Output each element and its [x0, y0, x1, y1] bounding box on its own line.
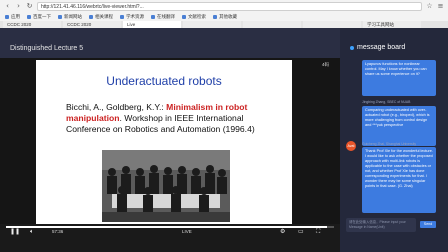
browser-tab[interactable]: CCDC 2020	[3, 21, 61, 28]
bookmark-icon	[151, 15, 155, 19]
browser-tab[interactable]: 学习工具网站	[363, 21, 421, 28]
bookmark-icon	[5, 15, 9, 19]
slide-reference: Bicchi, A., Goldberg, K.Y.: Minimalism i…	[66, 102, 286, 135]
lecture-title: Distinguished Lecture 5	[10, 45, 84, 52]
message-bubble: Thank Prof Xie for the wonderful lecture…	[362, 147, 436, 213]
message-board-header: message board	[350, 44, 405, 51]
slide-authors: Bicchi, A., Goldberg, K.Y.:	[66, 102, 167, 112]
bookmark[interactable]: 新闻网站	[58, 14, 82, 20]
bookmark[interactable]: 文献检索	[182, 14, 206, 20]
settings-icon[interactable]: ⚙	[280, 229, 285, 235]
message-input[interactable]: 请在此处输入信息，Please input your Message in Na…	[346, 218, 416, 232]
send-button[interactable]: Send	[420, 221, 436, 228]
browser-chrome: ‹ › ↻ http://121.41.46.116/webrtc/live-v…	[0, 0, 448, 28]
time-readout: 57:36	[52, 229, 64, 234]
address-bar[interactable]: http://121.41.46.116/webrtc/live-viewer.…	[37, 2, 422, 11]
bookmark-icon	[89, 15, 93, 19]
message-author: Jingbing Zhang, SBEC of NUAB	[362, 100, 411, 104]
bookmarks-bar: 应用 百度一下 新闻网站 相关课程 学术资源 在线翻译 文献检索 其他收藏	[0, 13, 448, 21]
bookmark-label: 其他收藏	[219, 14, 237, 19]
bookmark-icon	[27, 15, 31, 19]
bookmark-icon	[58, 15, 62, 19]
player-controls	[0, 224, 340, 252]
group-photo-image	[102, 150, 230, 222]
group-photo	[102, 150, 230, 222]
message-board-title: message board	[357, 44, 406, 51]
dot-icon	[350, 45, 354, 50]
bookmark-label: 应用	[11, 14, 20, 19]
lecture-header	[0, 28, 340, 58]
bookmark-icon	[120, 15, 124, 19]
bookmark-label: 学术资源	[126, 14, 144, 19]
bookmark[interactable]: 相关课程	[89, 14, 113, 20]
address-row: ‹ › ↻ http://121.41.46.116/webrtc/live-v…	[0, 0, 448, 13]
bookmark[interactable]: 学术资源	[120, 14, 144, 20]
browser-tab[interactable]	[303, 21, 361, 28]
avatar: Avat	[346, 141, 356, 151]
bookmark-label: 在线翻译	[157, 14, 175, 19]
message-bubble: Lyapunov functions for nonlinear control…	[362, 60, 436, 96]
browser-tab[interactable]: CCDC 2020	[63, 21, 121, 28]
slide-frame: Underactuated robots Bicchi, A., Goldber…	[36, 60, 292, 224]
browser-tab[interactable]	[183, 21, 241, 28]
bookmark[interactable]: 在线翻译	[151, 14, 175, 20]
message-bubble: Comparing underactuated with over-actuat…	[362, 106, 436, 146]
bookmark-icon	[182, 15, 186, 19]
reload-icon[interactable]: ↻	[26, 3, 33, 10]
bookmark-label: 文献检索	[188, 14, 206, 19]
pip-icon[interactable]: ▭	[298, 229, 304, 235]
browser-tab[interactable]	[243, 21, 301, 28]
bookmark-label: 相关课程	[95, 14, 113, 19]
browser-tab-active[interactable]: Live	[123, 21, 181, 28]
star-icon[interactable]: ☆	[426, 3, 433, 10]
message-author: Guicheng Zhai, Shanghai University	[362, 142, 417, 146]
live-indicator: LIVE	[182, 229, 192, 234]
volume-icon[interactable]: 🔈︎	[30, 229, 34, 235]
pause-icon[interactable]: ❚❚	[10, 229, 20, 235]
quality-badge[interactable]: 4码	[322, 62, 329, 68]
bookmark-label: 百度一下	[33, 14, 51, 19]
menu-icon[interactable]: ≡	[437, 3, 444, 10]
bookmark-label: 新闻网站	[64, 14, 82, 19]
bookmark[interactable]: 百度一下	[27, 14, 51, 20]
bookmark[interactable]: 应用	[5, 14, 20, 20]
bookmark-icon	[213, 15, 217, 19]
bookmark[interactable]: 其他收藏	[213, 14, 237, 20]
fullscreen-icon[interactable]: ⛶	[316, 229, 320, 235]
back-icon[interactable]: ‹	[4, 3, 11, 10]
tab-strip: CCDC 2020 CCDC 2020 Live 学习工具网站	[0, 21, 448, 28]
forward-icon[interactable]: ›	[15, 3, 22, 10]
slide-title: Underactuated robots	[106, 74, 222, 88]
